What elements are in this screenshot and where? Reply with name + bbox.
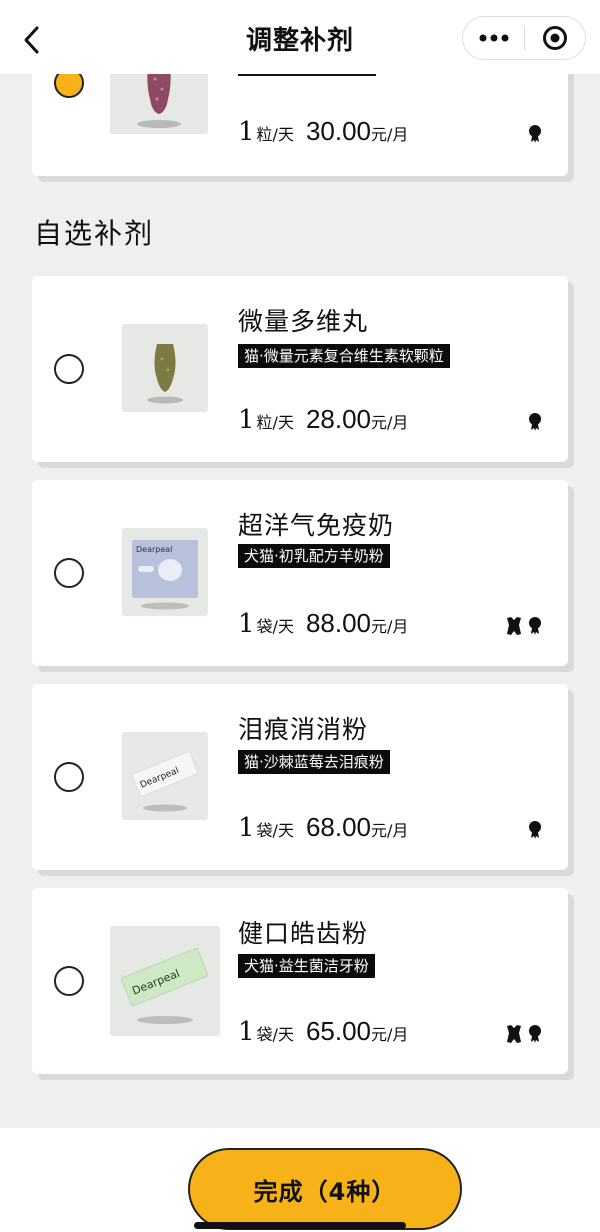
species-icons <box>528 412 542 432</box>
powder-stick-green-image: Dearpeal <box>121 947 209 1024</box>
dose-unit: 袋/天 <box>256 617 294 636</box>
cat-icon <box>529 413 541 431</box>
section-title: 自选补剂 <box>34 217 155 250</box>
select-radio[interactable] <box>54 558 84 588</box>
product-image: Dearpeal <box>110 926 220 1036</box>
powder-stick-white-image: Dearpeal <box>131 751 199 812</box>
dose-unit: 粒/天 <box>256 125 294 144</box>
species-icons <box>506 1024 542 1044</box>
price-line: 1 袋/天 68.00 元/月 <box>238 812 408 843</box>
mini-program-capsule <box>462 16 586 60</box>
price-amount: 30.00 <box>305 116 372 146</box>
more-button[interactable] <box>463 17 524 59</box>
product-tag: 猫·沙棘蓝莓去泪痕粉 <box>238 750 390 774</box>
price-amount: 88.00 <box>305 608 372 638</box>
product-image: Dearpeal <box>122 528 208 616</box>
nav-bar: 调整补剂 <box>0 0 600 74</box>
gummy-green-image <box>147 344 183 404</box>
product-image <box>122 324 208 412</box>
product-name: 泪痕消消粉 <box>238 715 369 744</box>
dose-qty: 1 <box>238 609 255 639</box>
price-unit: 元/月 <box>371 413 409 432</box>
price-line: 1 粒/天 30.00 元/月 <box>238 116 408 147</box>
price-amount: 68.00 <box>305 812 372 842</box>
dose-unit: 袋/天 <box>256 1025 294 1044</box>
select-radio[interactable] <box>54 354 84 384</box>
species-icons <box>528 820 542 840</box>
supplement-card[interactable]: 微量多维丸 猫·微量元素复合维生素软颗粒 1 粒/天 28.00 元/月 <box>32 276 568 462</box>
price-unit: 元/月 <box>371 821 409 840</box>
select-radio[interactable] <box>54 762 84 792</box>
supplement-card[interactable]: Dearpeal 健口皓齿粉 犬猫·益生菌洁牙粉 1 袋/天 65.00 元/月 <box>32 888 568 1074</box>
product-tag: 猫·微量元素复合维生素软颗粒 <box>238 344 450 368</box>
dose-qty: 1 <box>238 405 255 435</box>
species-icons <box>528 124 542 144</box>
supplement-card[interactable]: Dearpeal 泪痕消消粉 猫·沙棘蓝莓去泪痕粉 1 袋/天 68.00 元/… <box>32 684 568 870</box>
price-unit: 元/月 <box>371 1025 409 1044</box>
species-icons <box>506 616 542 636</box>
more-dots-icon <box>479 34 508 42</box>
price-line: 1 袋/天 88.00 元/月 <box>238 608 408 639</box>
dose-qty: 1 <box>238 117 255 147</box>
product-name: 微量多维丸 <box>238 307 369 336</box>
select-radio[interactable] <box>54 966 84 996</box>
dose-unit: 袋/天 <box>256 821 294 840</box>
price-unit: 元/月 <box>371 125 409 144</box>
price-line: 1 粒/天 28.00 元/月 <box>238 404 408 435</box>
cat-icon <box>529 617 541 635</box>
product-tag: 犬猫·初乳配方羊奶粉 <box>238 544 390 568</box>
product-name: 超洋气免疫奶 <box>238 511 395 540</box>
cat-icon <box>529 1025 541 1043</box>
supplement-card[interactable]: Dearpeal 超洋气免疫奶 犬猫·初乳配方羊奶粉 1 袋/天 88.00 元… <box>32 480 568 666</box>
price-line: 1 袋/天 65.00 元/月 <box>238 1016 408 1047</box>
dose-unit: 粒/天 <box>256 413 294 432</box>
price-amount: 65.00 <box>305 1016 372 1046</box>
cat-icon <box>529 125 541 143</box>
price-amount: 28.00 <box>305 404 372 434</box>
close-mini-program-button[interactable] <box>525 17 585 59</box>
dose-qty: 1 <box>238 813 255 843</box>
dog-icon <box>507 1025 521 1043</box>
dose-qty: 1 <box>238 1017 255 1047</box>
home-indicator <box>194 1222 406 1229</box>
milk-sachet-image: Dearpeal <box>132 540 198 610</box>
cat-icon <box>529 821 541 839</box>
price-unit: 元/月 <box>371 617 409 636</box>
product-name: 健口皓齿粉 <box>238 919 369 948</box>
dog-icon <box>507 617 521 635</box>
done-button[interactable]: 完成（4种） <box>190 1150 460 1228</box>
brand-logo: Dearpeal <box>136 545 172 554</box>
target-icon <box>542 26 567 50</box>
product-image: Dearpeal <box>122 732 208 820</box>
product-tag: 犬猫·益生菌洁牙粉 <box>238 954 375 978</box>
